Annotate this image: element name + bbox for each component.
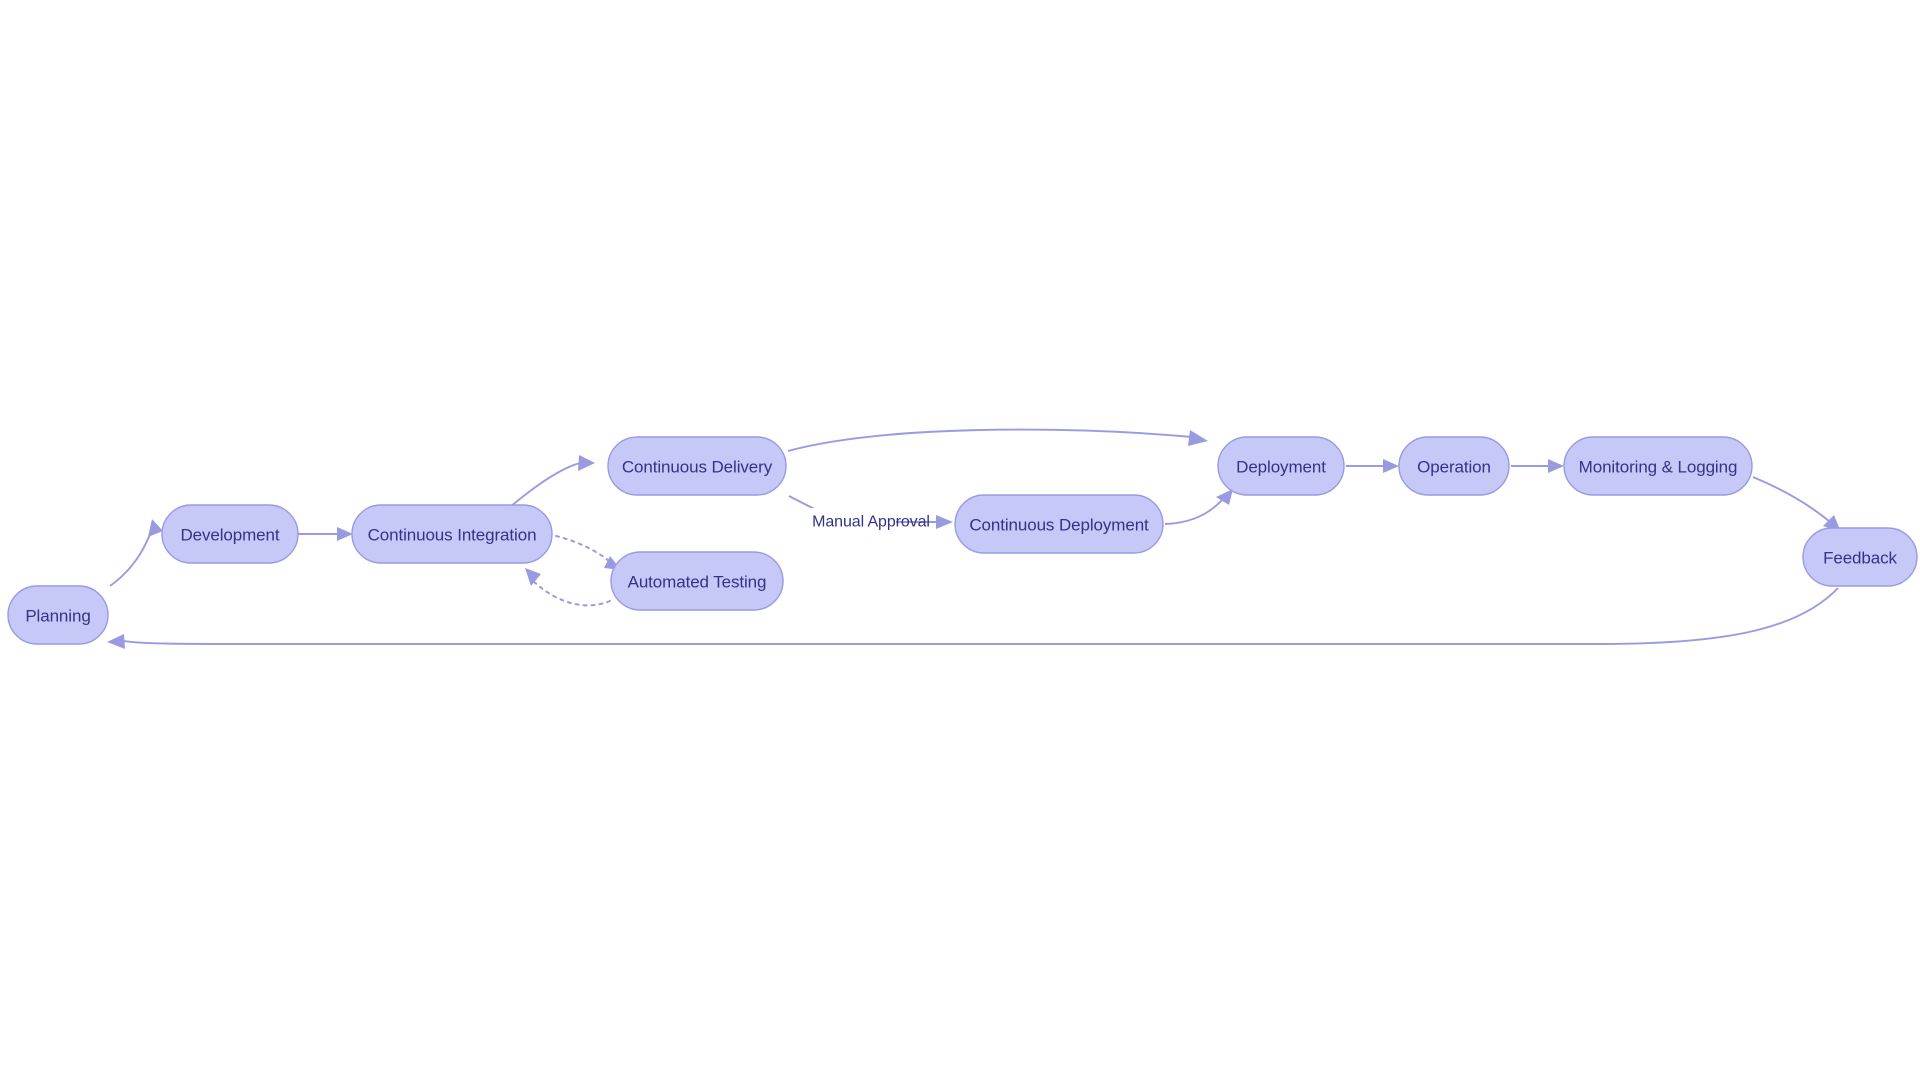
- edge-continuous-deployment-to-deployment: [1164, 489, 1233, 525]
- arrow-head: [578, 455, 595, 471]
- edge-continuous-integration-to-automated-testing: [555, 535, 621, 570]
- edge-deployment-to-operation: [1346, 459, 1399, 473]
- edge-planning-to-development: [109, 519, 163, 587]
- node-planning[interactable]: Planning: [7, 585, 109, 645]
- flowchart-canvas: Planning Development Continuous Integrat…: [0, 0, 1920, 1080]
- arrow-head: [1548, 459, 1564, 473]
- node-deployment-label: Deployment: [1236, 458, 1326, 477]
- arrow-head: [337, 527, 353, 541]
- node-continuous-delivery-label: Continuous Delivery: [622, 458, 773, 477]
- node-monitoring-logging-label: Monitoring & Logging: [1579, 458, 1738, 477]
- node-automated-testing-label: Automated Testing: [628, 573, 767, 592]
- arrow-head: [107, 634, 125, 649]
- node-continuous-integration-label: Continuous Integration: [368, 526, 537, 545]
- node-development[interactable]: Development: [161, 504, 299, 564]
- arrow-head: [1383, 459, 1399, 473]
- node-deployment[interactable]: Deployment: [1217, 436, 1345, 496]
- edge-label-manual-approval: Manual Approval: [812, 514, 930, 531]
- node-planning-label: Planning: [25, 607, 90, 626]
- flowchart-svg: Planning Development Continuous Integrat…: [7, 428, 1918, 649]
- node-continuous-delivery[interactable]: Continuous Delivery: [607, 436, 787, 496]
- edge-continuous-integration-to-continuous-delivery: [509, 455, 595, 508]
- node-operation[interactable]: Operation: [1398, 436, 1510, 496]
- node-feedback-label: Feedback: [1823, 549, 1897, 568]
- edge-development-to-continuous-integration: [298, 527, 353, 541]
- edge-operation-to-monitoring-logging: [1511, 459, 1564, 473]
- edge-automated-testing-to-continuous-integration: [525, 568, 611, 607]
- arrow-head: [148, 519, 163, 537]
- edge-continuous-delivery-to-deployment: [787, 428, 1208, 452]
- node-automated-testing[interactable]: Automated Testing: [610, 551, 784, 611]
- edge-monitoring-logging-to-feedback: [1752, 476, 1841, 532]
- arrow-head: [936, 515, 953, 529]
- nodes-layer: Planning Development Continuous Integrat…: [7, 436, 1918, 645]
- node-feedback[interactable]: Feedback: [1802, 527, 1918, 587]
- arrow-head: [1188, 430, 1208, 446]
- node-monitoring-logging[interactable]: Monitoring & Logging: [1563, 436, 1753, 496]
- arrow-head: [525, 568, 541, 586]
- edge-labels-layer: Manual Approval: [806, 508, 930, 534]
- node-continuous-deployment-label: Continuous Deployment: [969, 516, 1149, 535]
- node-continuous-deployment[interactable]: Continuous Deployment: [954, 494, 1164, 554]
- edge-feedback-to-planning: [107, 587, 1839, 649]
- node-development-label: Development: [180, 526, 279, 545]
- node-continuous-integration[interactable]: Continuous Integration: [351, 504, 553, 564]
- node-operation-label: Operation: [1417, 458, 1491, 477]
